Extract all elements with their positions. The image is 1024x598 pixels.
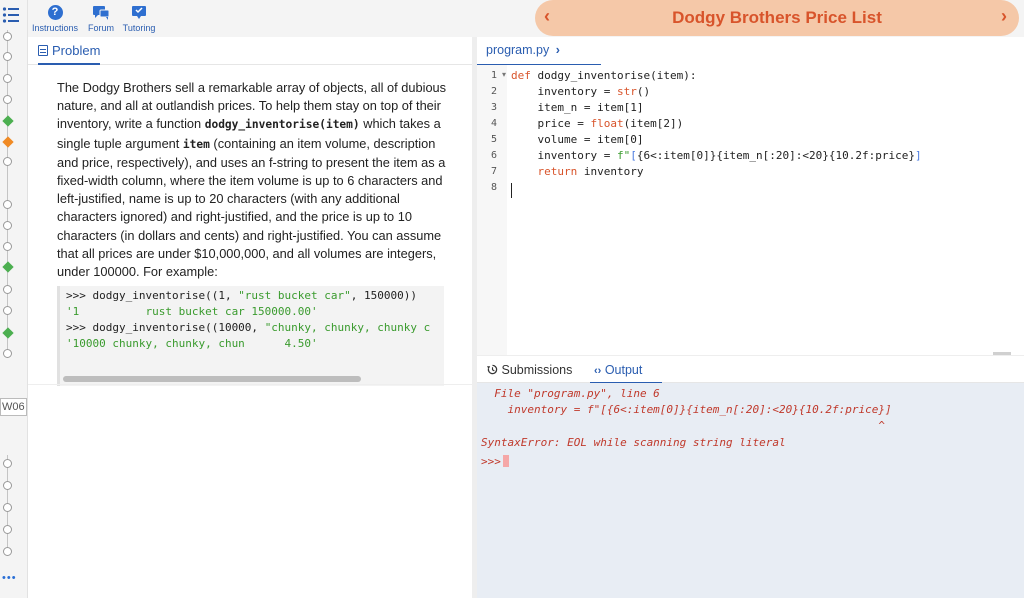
- step-node-icon[interactable]: [3, 157, 12, 166]
- tab-output[interactable]: ‹› Output: [594, 363, 642, 377]
- step-node-icon[interactable]: [3, 200, 12, 209]
- menu-list-icon[interactable]: [2, 6, 20, 24]
- tutoring-button[interactable]: Tutoring: [110, 4, 168, 33]
- function-name: dodgy_inventorise(item): [204, 118, 360, 132]
- progress-rail: W06 •••: [0, 0, 28, 598]
- output-tab-bar: Submissions ‹› Output: [477, 355, 1024, 384]
- step-node-icon[interactable]: [3, 349, 12, 358]
- step-node-icon[interactable]: [3, 52, 12, 61]
- step-node-icon[interactable]: [3, 547, 12, 556]
- editor-tab-bar: program.py ›: [477, 37, 1024, 65]
- step-complete-icon[interactable]: [2, 115, 14, 127]
- tutoring-icon: [132, 5, 146, 19]
- text-caret: [511, 183, 512, 198]
- code-brackets-icon: ‹›: [594, 365, 602, 377]
- step-node-icon[interactable]: [3, 481, 12, 490]
- exercise-title-bar: ‹ Dodgy Brothers Price List ›: [535, 0, 1019, 36]
- step-complete-icon[interactable]: [2, 327, 14, 339]
- example-horizontal-scrollbar[interactable]: [63, 376, 361, 382]
- step-node-icon[interactable]: [3, 242, 12, 251]
- step-current-icon[interactable]: [2, 136, 14, 148]
- problem-description: The Dodgy Brothers sell a remarkable arr…: [57, 80, 447, 280]
- step-node-icon[interactable]: [3, 459, 12, 468]
- step-complete-icon[interactable]: [2, 261, 14, 273]
- argument-name: item: [182, 137, 210, 151]
- fold-arrow-icon[interactable]: ▾: [502, 70, 506, 79]
- tab-submissions[interactable]: Submissions: [487, 363, 572, 377]
- error-file-line: File "program.py", line 6: [481, 387, 660, 400]
- code-editor[interactable]: def dodgy_inventorise(item): inventory =…: [511, 65, 1021, 355]
- document-icon: [38, 45, 48, 56]
- example-code-block: >>> dodgy_inventorise((1, "rust bucket c…: [57, 286, 444, 386]
- help-icon: ?: [47, 5, 63, 20]
- tab-program-py[interactable]: program.py ›: [486, 43, 560, 61]
- history-icon: [487, 364, 498, 375]
- step-node-icon[interactable]: [3, 525, 12, 534]
- error-source-line: inventory = f"[{6<:item[0]}{item_n[:20]:…: [481, 403, 892, 416]
- console-cursor: [503, 455, 509, 467]
- week-label[interactable]: W06: [0, 398, 27, 416]
- problem-tab-bar: Problem: [28, 37, 472, 65]
- step-node-icon[interactable]: [3, 285, 12, 294]
- step-node-icon[interactable]: [3, 221, 12, 230]
- forum-chat-icon: [93, 5, 110, 20]
- chevron-right-icon: ›: [555, 43, 560, 57]
- step-node-icon[interactable]: [3, 74, 12, 83]
- error-message: SyntaxError: EOL while scanning string l…: [481, 436, 786, 449]
- top-navigation: ? Instructions Forum Tutoring: [28, 0, 472, 37]
- step-node-icon[interactable]: [3, 32, 12, 41]
- error-caret-line: ^: [481, 419, 885, 432]
- step-node-icon[interactable]: [3, 503, 12, 512]
- exercise-title: Dodgy Brothers Price List: [672, 8, 882, 27]
- step-node-icon[interactable]: [3, 95, 12, 104]
- line-number-gutter: 1 ▾ 2 3 4 5 6 7 8: [477, 65, 507, 355]
- output-console[interactable]: File "program.py", line 6 inventory = f"…: [477, 383, 1024, 598]
- console-prompt: >>>: [481, 455, 501, 468]
- step-node-icon[interactable]: [3, 306, 12, 315]
- next-exercise-button[interactable]: ›: [1001, 6, 1007, 27]
- more-steps-icon[interactable]: •••: [2, 572, 17, 584]
- previous-exercise-button[interactable]: ‹: [544, 6, 550, 27]
- tab-problem[interactable]: Problem: [38, 43, 101, 65]
